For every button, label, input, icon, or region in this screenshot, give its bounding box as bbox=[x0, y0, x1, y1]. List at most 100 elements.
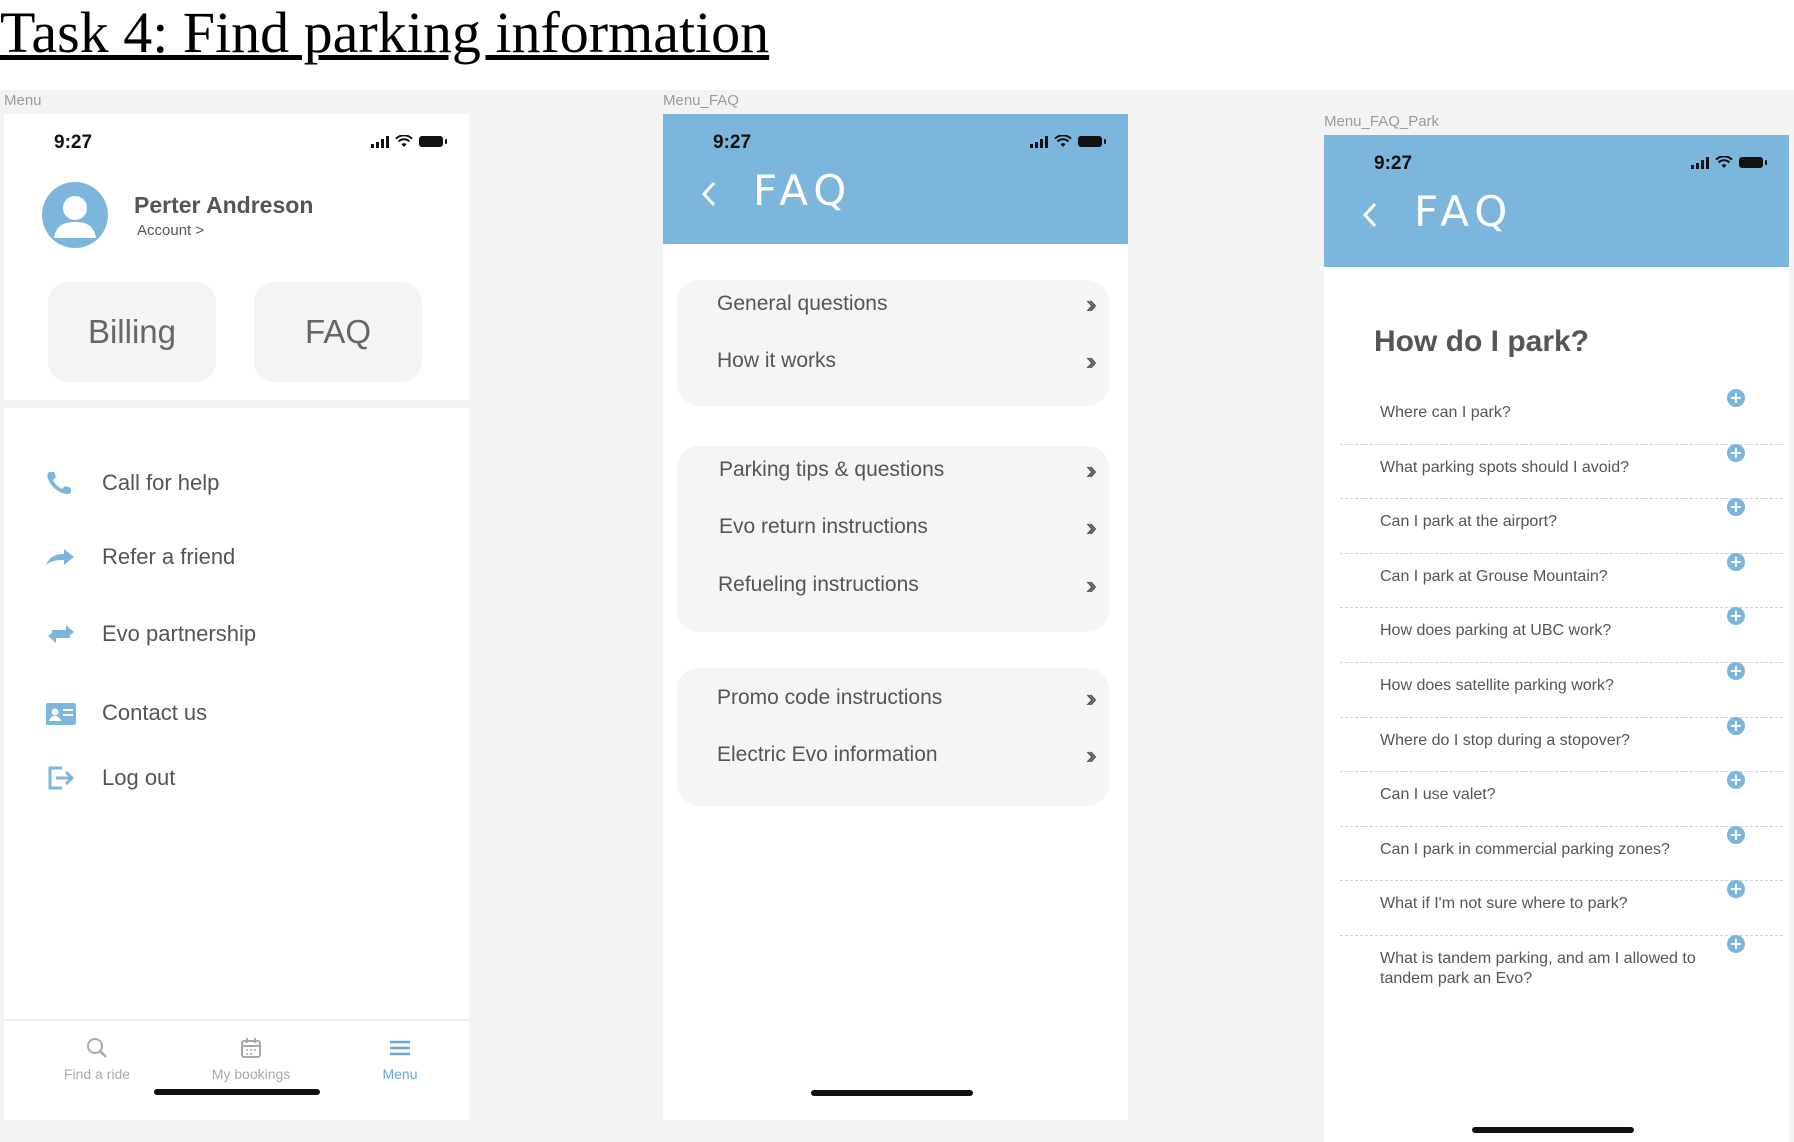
menu-item-label: Contact us bbox=[102, 700, 208, 725]
faq-item-label: How it works bbox=[717, 349, 837, 372]
tab-bar-divider bbox=[4, 1019, 469, 1021]
faq-question-label: How does parking at UBC work? bbox=[1380, 622, 1612, 640]
design-canvas: Menu 9:27 Perter Andreson Account > Bill… bbox=[0, 90, 1794, 1142]
faq-question-row[interactable]: + Where do I stop during a stopover? bbox=[1340, 716, 1783, 773]
faq-item-parking-tips[interactable]: Parking tips & questions ›› bbox=[719, 450, 1109, 490]
home-indicator[interactable] bbox=[1472, 1127, 1634, 1133]
faq-question-row[interactable]: + Can I park at the airport? bbox=[1340, 498, 1783, 554]
contact-card-icon bbox=[46, 703, 76, 725]
share-arrow-icon bbox=[46, 549, 74, 565]
faq-question-label: Can I park at Grouse Mountain? bbox=[1380, 567, 1608, 585]
double-chevron-right-icon: ›› bbox=[1085, 511, 1098, 542]
menu-item-label: Call for help bbox=[102, 470, 220, 495]
faq-question-label: Where do I stop during a stopover? bbox=[1380, 731, 1630, 749]
faq-question-row[interactable]: + Can I use valet? bbox=[1340, 771, 1783, 827]
faq-header: 9:27 FAQ bbox=[1324, 135, 1789, 267]
faq-item-how-it-works[interactable]: How it works ›› bbox=[717, 341, 1109, 381]
faq-question-label: Can I use valet? bbox=[1380, 786, 1496, 804]
faq-question-row[interactable]: + Can I park at Grouse Mountain? bbox=[1340, 552, 1783, 609]
status-icons bbox=[1691, 156, 1767, 169]
menu-item-log-out[interactable]: Log out bbox=[44, 764, 175, 792]
faq-screen: 9:27 FAQ General questions ›› How it wor… bbox=[663, 114, 1128, 1120]
status-time: 9:27 bbox=[54, 132, 93, 153]
faq-item-general-questions[interactable]: General questions ›› bbox=[717, 284, 1109, 324]
home-indicator[interactable] bbox=[154, 1089, 320, 1095]
section-divider bbox=[4, 400, 469, 408]
faq-group-parking: Parking tips & questions ›› Evo return i… bbox=[677, 446, 1109, 632]
status-bar: 9:27 bbox=[4, 114, 469, 154]
faq-question-label: What parking spots should I avoid? bbox=[1380, 458, 1630, 476]
battery-icon bbox=[1078, 136, 1106, 147]
wifi-icon bbox=[395, 135, 413, 147]
faq-question-label: What is tandem parking, and am I allowed… bbox=[1380, 950, 1696, 987]
expand-plus-icon[interactable]: + bbox=[1727, 498, 1745, 517]
expand-plus-icon[interactable]: + bbox=[1727, 662, 1745, 680]
task-title: Task 4: Find parking information bbox=[0, 0, 770, 65]
tab-find-a-ride[interactable]: Find a ride bbox=[32, 1036, 162, 1082]
menu-item-refer-a-friend[interactable]: Refer a friend bbox=[44, 543, 235, 571]
signal-icon bbox=[1030, 135, 1048, 148]
search-icon bbox=[87, 1038, 107, 1058]
faq-item-refueling[interactable]: Refueling instructions ›› bbox=[718, 565, 1109, 605]
faq-item-electric-evo[interactable]: Electric Evo information ›› bbox=[717, 735, 1109, 775]
expand-plus-icon[interactable]: + bbox=[1727, 443, 1745, 462]
expand-plus-icon[interactable]: + bbox=[1727, 552, 1745, 571]
faq-question-row[interactable]: + Can I park in commercial parking zones? bbox=[1340, 825, 1783, 882]
expand-plus-icon[interactable]: + bbox=[1727, 771, 1745, 790]
double-chevron-right-icon: ›› bbox=[1085, 345, 1098, 376]
home-indicator[interactable] bbox=[811, 1090, 973, 1096]
menu-item-evo-partnership[interactable]: Evo partnership bbox=[44, 620, 256, 648]
double-chevron-right-icon: ›› bbox=[1085, 288, 1098, 319]
signal-icon bbox=[1691, 156, 1709, 169]
faq-item-promo-code[interactable]: Promo code instructions ›› bbox=[717, 678, 1109, 718]
expand-plus-icon[interactable]: + bbox=[1727, 607, 1745, 626]
menu-item-label: Log out bbox=[102, 765, 176, 790]
page-title: FAQ bbox=[1414, 187, 1514, 236]
expand-plus-icon[interactable]: + bbox=[1727, 935, 1745, 953]
faq-question-label: Can I park in commercial parking zones? bbox=[1380, 840, 1670, 858]
account-link[interactable]: Account > bbox=[137, 222, 204, 239]
faq-question-row[interactable]: + What if I'm not sure where to park? bbox=[1340, 880, 1783, 936]
faq-question-row[interactable]: + How does satellite parking work? bbox=[1340, 662, 1783, 718]
faq-question-row[interactable]: + How does parking at UBC work? bbox=[1340, 607, 1783, 663]
tab-label: Find a ride bbox=[63, 1066, 131, 1082]
tab-my-bookings[interactable]: My bookings bbox=[186, 1036, 316, 1082]
expand-plus-icon[interactable]: + bbox=[1727, 389, 1745, 407]
tab-menu[interactable]: Menu bbox=[335, 1036, 465, 1082]
frame-label-faq-park: Menu_FAQ_Park bbox=[1324, 113, 1440, 130]
user-icon bbox=[54, 196, 96, 238]
page-title: FAQ bbox=[753, 166, 853, 215]
billing-tile[interactable]: Billing bbox=[48, 282, 216, 382]
faq-question-row[interactable]: + What parking spots should I avoid? bbox=[1340, 443, 1783, 500]
calendar-icon bbox=[241, 1038, 261, 1058]
expand-plus-icon[interactable]: + bbox=[1727, 825, 1745, 844]
status-icons bbox=[1030, 135, 1106, 148]
phone-icon bbox=[47, 472, 71, 495]
exchange-icon bbox=[48, 625, 74, 643]
avatar[interactable] bbox=[42, 182, 108, 248]
wifi-icon bbox=[1715, 156, 1733, 168]
back-icon[interactable] bbox=[699, 179, 719, 209]
menu-item-call-for-help[interactable]: Call for help bbox=[44, 469, 219, 497]
status-bar: 9:27 bbox=[1324, 135, 1789, 175]
faq-item-label: Promo code instructions bbox=[717, 686, 943, 709]
expand-plus-icon[interactable]: + bbox=[1727, 716, 1745, 735]
menu-icon bbox=[390, 1040, 410, 1056]
faq-question-row[interactable]: + What is tandem parking, and am I allowe… bbox=[1340, 935, 1783, 995]
menu-item-contact-us[interactable]: Contact us bbox=[44, 699, 207, 727]
faq-question-label: Where can I park? bbox=[1380, 404, 1511, 421]
faq-item-label: Electric Evo information bbox=[717, 743, 938, 766]
back-icon[interactable] bbox=[1360, 200, 1380, 230]
faq-question-row[interactable]: + Where can I park? bbox=[1340, 389, 1783, 445]
status-time: 9:27 bbox=[1374, 153, 1413, 174]
faq-item-evo-return[interactable]: Evo return instructions ›› bbox=[719, 507, 1109, 547]
faq-header: 9:27 FAQ bbox=[663, 114, 1128, 244]
double-chevron-right-icon: ›› bbox=[1085, 569, 1098, 600]
faq-tile[interactable]: FAQ bbox=[254, 282, 422, 382]
faq-group-promo: Promo code instructions ›› Electric Evo … bbox=[677, 668, 1109, 806]
expand-plus-icon[interactable]: + bbox=[1727, 880, 1745, 899]
section-heading: How do I park? bbox=[1374, 325, 1590, 358]
faq-item-label: Parking tips & questions bbox=[719, 458, 945, 481]
signal-icon bbox=[371, 135, 389, 148]
frame-label-menu: Menu bbox=[4, 92, 42, 109]
